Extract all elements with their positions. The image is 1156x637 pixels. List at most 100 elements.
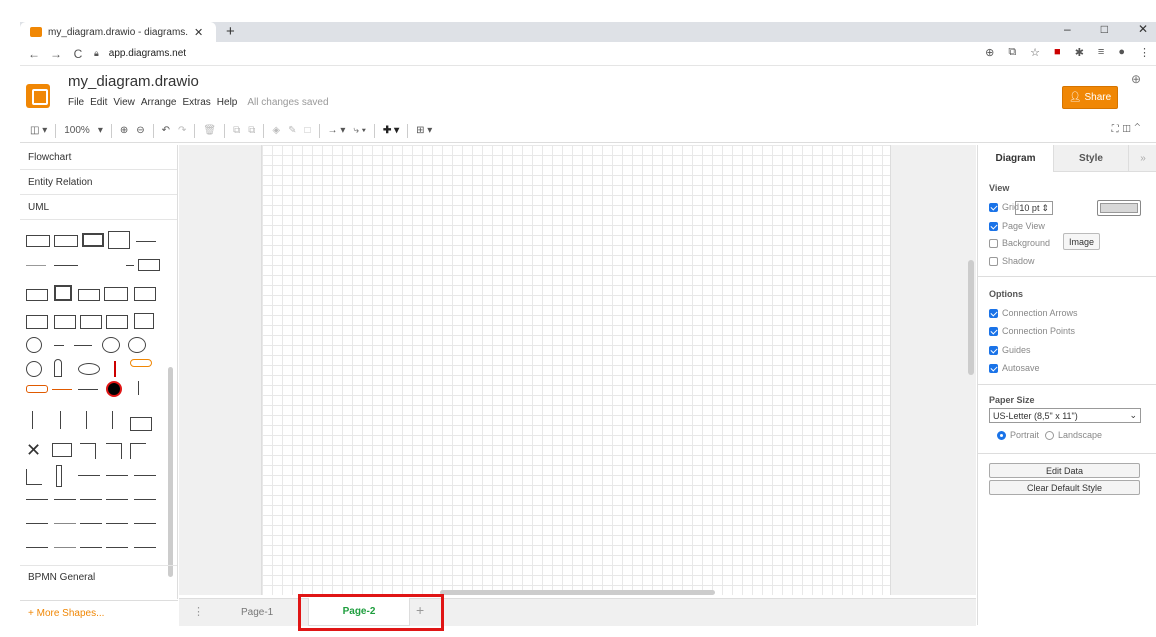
uml-bracket-shape[interactable] <box>106 443 122 459</box>
sidebar-category-entity-relation[interactable]: Entity Relation <box>20 170 177 195</box>
uml-relation-shape[interactable] <box>80 547 102 548</box>
insert-icon[interactable]: ✚ ▾ <box>383 125 399 136</box>
connection-points-checkbox[interactable]: Connection Points <box>989 326 1075 336</box>
tab-more-icon[interactable]: » <box>1128 145 1156 172</box>
uml-object-shape[interactable] <box>26 289 48 301</box>
uml-lollipop-shape[interactable] <box>74 345 92 346</box>
maximize-button[interactable]: □ <box>1101 22 1108 36</box>
uml-association-shape[interactable] <box>80 499 102 500</box>
uml-bracket-shape[interactable] <box>80 443 96 459</box>
zoom-dropdown-chevron-icon[interactable]: ▾ <box>98 125 103 136</box>
line-color-icon[interactable]: ✎ <box>288 125 296 136</box>
canvas-vertical-scrollbar[interactable] <box>968 260 974 375</box>
menu-help[interactable]: Help <box>217 97 238 108</box>
uml-class-shape[interactable] <box>108 231 130 249</box>
clear-default-style-button[interactable]: Clear Default Style <box>989 480 1140 495</box>
delete-icon[interactable]: 🗑︎ <box>203 125 216 136</box>
more-shapes-button[interactable]: + More Shapes... <box>20 600 178 625</box>
sidebar-scrollbar[interactable] <box>168 367 173 577</box>
uml-provided-interface-shape[interactable] <box>26 337 42 353</box>
uml-execution-shape[interactable] <box>26 385 48 393</box>
uml-entity-shape[interactable] <box>26 361 42 377</box>
connection-arrows-checkbox[interactable]: Connection Arrows <box>989 308 1078 318</box>
uml-association-shape[interactable] <box>106 499 128 500</box>
uml-box-shape[interactable] <box>106 315 128 329</box>
uml-actor-shape[interactable] <box>54 359 62 377</box>
document-title[interactable]: my_diagram.drawio <box>68 73 199 90</box>
waypoints-icon[interactable]: ⤷ ▾ <box>353 125 366 136</box>
install-icon[interactable]: ⊕ <box>985 46 994 59</box>
fullscreen-format-collapse-icons[interactable]: ⛶◫⌃ <box>1112 124 1144 135</box>
edit-data-button[interactable]: Edit Data <box>989 463 1140 478</box>
sidebar-category-flowchart[interactable]: Flowchart <box>20 145 177 170</box>
minimize-button[interactable]: – <box>1064 22 1071 36</box>
uml-separator-shape[interactable] <box>126 265 134 266</box>
uml-association-shape[interactable] <box>134 499 156 500</box>
background-checkbox[interactable]: Background <box>989 238 1050 248</box>
uml-relation-shape[interactable] <box>26 547 48 548</box>
uml-box-shape[interactable] <box>54 315 76 329</box>
to-front-icon[interactable]: ⧉ <box>233 125 240 136</box>
uml-combined-fragment-shape[interactable] <box>26 469 42 485</box>
landscape-radio[interactable] <box>1045 430 1055 440</box>
redo-icon[interactable]: ↷ <box>178 125 186 136</box>
uml-box-shape[interactable] <box>130 417 152 431</box>
uml-activation-shape[interactable] <box>56 465 62 487</box>
shadow-checkbox[interactable]: Shadow <box>989 256 1035 266</box>
pdf-extension-icon[interactable]: ■ <box>1054 46 1061 59</box>
language-globe-icon[interactable]: ⊕ <box>1131 72 1141 86</box>
uml-relation-shape[interactable] <box>54 547 76 548</box>
page-view-checkbox[interactable]: Page View <box>989 221 1045 231</box>
pages-menu-icon[interactable]: ⋮ <box>193 605 204 618</box>
diagram-page-grid[interactable] <box>261 145 891 595</box>
uml-frame-shape[interactable] <box>134 287 156 301</box>
browser-tab[interactable]: my_diagram.drawio - diagrams.n ✕ <box>20 22 216 42</box>
uml-initial-state-shape[interactable] <box>106 381 122 397</box>
uml-relation-shape[interactable] <box>134 547 156 548</box>
uml-box-shape[interactable] <box>138 259 160 271</box>
uml-control-shape[interactable] <box>128 337 146 353</box>
uml-final-state-shape[interactable] <box>138 381 139 395</box>
connection-style-icon[interactable]: → ▾ <box>328 125 346 136</box>
uml-arrow-shape[interactable] <box>78 475 100 476</box>
menu-view[interactable]: View <box>113 97 135 108</box>
uml-bracket-shape[interactable] <box>130 443 146 459</box>
paper-size-select[interactable]: US-Letter (8,5" x 11") ⌄ <box>989 408 1141 423</box>
stepper-icon[interactable]: ⇕ <box>1041 203 1049 214</box>
uml-item-shape[interactable] <box>26 265 46 266</box>
uml-note-shape[interactable] <box>26 315 48 329</box>
kebab-menu-icon[interactable]: ⋮ <box>1139 46 1150 59</box>
uml-lifeline-dash-shape[interactable] <box>112 411 113 429</box>
uml-attribute-shape[interactable] <box>136 241 156 242</box>
undo-icon[interactable]: ↶ <box>162 125 170 136</box>
reload-icon[interactable]: C <box>70 47 86 61</box>
zoom-dropdown[interactable]: 100% <box>64 125 90 136</box>
close-tab-icon[interactable]: ✕ <box>194 26 203 39</box>
uml-dependency-shape[interactable] <box>26 523 48 524</box>
uml-package-shape[interactable] <box>104 287 128 301</box>
share-button[interactable]: 👤︎ Share <box>1062 86 1118 109</box>
uml-destroy-shape[interactable]: ✕ <box>26 441 44 459</box>
uml-message-shape[interactable] <box>52 389 72 390</box>
profile-avatar-icon[interactable]: ● <box>1118 46 1125 59</box>
tab-style[interactable]: Style <box>1053 145 1128 172</box>
to-back-icon[interactable]: ⧉ <box>248 125 255 136</box>
uml-use-case-shape[interactable] <box>78 363 100 375</box>
uml-dependency-shape[interactable] <box>134 523 156 524</box>
page-tab-page-1[interactable]: Page-1 <box>241 607 273 618</box>
menu-arrange[interactable]: Arrange <box>141 97 177 108</box>
uml-arrow-shape[interactable] <box>106 475 128 476</box>
menu-extras[interactable]: Extras <box>182 97 210 108</box>
sidebar-category-bpmn-general[interactable]: BPMN General <box>20 565 177 589</box>
zoom-in-icon[interactable]: ⊕ <box>120 125 128 136</box>
uml-line-shape[interactable] <box>78 389 98 390</box>
close-window-button[interactable]: ✕ <box>1138 22 1148 36</box>
url-field[interactable]: app.diagrams.net <box>109 48 186 59</box>
menu-file[interactable]: File <box>68 97 84 108</box>
uml-class-shape[interactable] <box>26 235 50 247</box>
uml-association-shape[interactable] <box>26 499 48 500</box>
uml-frame-shape[interactable] <box>52 443 72 457</box>
uml-class-shape[interactable] <box>54 235 78 247</box>
uml-class-shape[interactable] <box>82 233 104 247</box>
uml-component-shape[interactable] <box>78 289 100 301</box>
